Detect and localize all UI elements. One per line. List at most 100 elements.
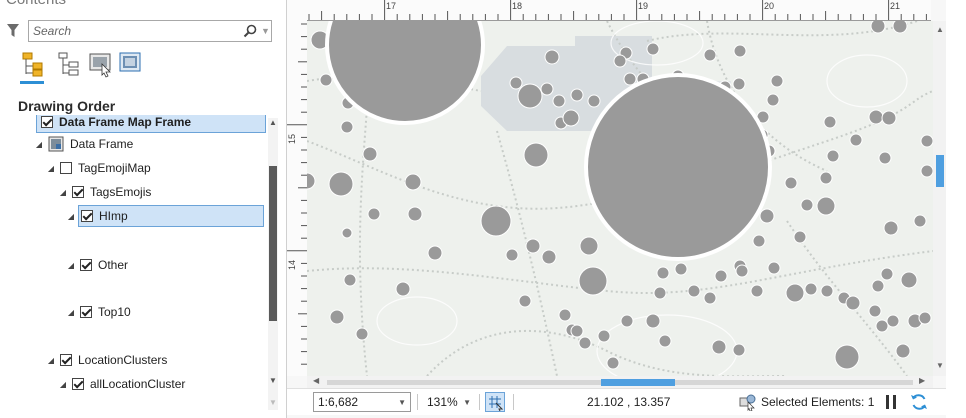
expander-icon[interactable]: ◢ bbox=[58, 380, 68, 389]
point-symbol bbox=[819, 171, 833, 185]
chevron-down-icon[interactable]: ▼ bbox=[463, 398, 471, 407]
tree-item-data-frame[interactable]: ◢ Data Frame bbox=[34, 133, 133, 155]
tree-item-top10[interactable]: ◢ Top10 bbox=[66, 301, 131, 323]
search-input[interactable] bbox=[33, 23, 223, 39]
tree-scroll-thumb[interactable] bbox=[269, 166, 277, 321]
scroll-left-icon[interactable]: ◀ bbox=[313, 376, 319, 385]
himp-checkbox[interactable] bbox=[81, 210, 93, 222]
map-horizontal-scroll-thumb[interactable] bbox=[601, 379, 675, 386]
point-symbol bbox=[367, 207, 381, 221]
tree-item-all-location-cluster[interactable]: ◢ allLocationCluster bbox=[58, 373, 185, 395]
expander-icon[interactable]: ◢ bbox=[46, 164, 56, 173]
selection-icon[interactable] bbox=[88, 50, 114, 78]
chevron-down-icon[interactable]: ▼ bbox=[398, 398, 406, 407]
point-symbol bbox=[767, 261, 781, 275]
top-ruler[interactable]: 17 18 19 20 21 bbox=[307, 0, 931, 21]
scroll-up-icon[interactable]: ▲ bbox=[936, 25, 944, 34]
location-clusters-checkbox[interactable] bbox=[60, 354, 72, 366]
tags-emojis-checkbox[interactable] bbox=[72, 186, 84, 198]
point-symbol bbox=[328, 171, 354, 197]
point-symbol bbox=[732, 77, 746, 91]
point-symbol bbox=[613, 54, 627, 68]
scroll-down-icon[interactable]: ▼ bbox=[268, 376, 278, 385]
expander-icon[interactable]: ◢ bbox=[46, 356, 56, 365]
map-vertical-scroll-thumb[interactable] bbox=[936, 155, 944, 187]
point-symbol bbox=[579, 236, 599, 256]
pane-title: Contents bbox=[6, 0, 66, 8]
map-horizontal-scrollbar[interactable]: ◀ ▶ bbox=[307, 376, 933, 388]
scale-dropdown[interactable]: 1:6,682 ▼ bbox=[313, 392, 411, 412]
left-ruler-label: 15 bbox=[287, 133, 298, 145]
tree-item-himp[interactable]: HImp bbox=[78, 205, 264, 227]
expander-icon[interactable]: ◢ bbox=[34, 140, 44, 149]
top10-label: Top10 bbox=[98, 305, 131, 319]
data-frame-label: Data Frame bbox=[70, 137, 134, 151]
tree-item-other[interactable]: ◢ Other bbox=[66, 254, 128, 276]
point-symbol bbox=[868, 304, 882, 318]
top-ruler-label: 20 bbox=[764, 1, 775, 11]
scale-value: 1:6,682 bbox=[318, 395, 359, 409]
point-symbol bbox=[544, 49, 560, 65]
map-drawing bbox=[307, 21, 933, 376]
ruler-corner bbox=[287, 0, 307, 20]
point-symbol bbox=[900, 271, 918, 289]
pause-drawing-icon[interactable] bbox=[883, 393, 899, 411]
himp-label: HImp bbox=[99, 209, 128, 223]
point-symbol bbox=[518, 294, 532, 308]
zoom-value: 131% bbox=[427, 395, 458, 409]
point-symbol bbox=[340, 120, 354, 134]
point-symbol bbox=[525, 238, 541, 254]
tree-item-location-clusters[interactable]: ◢ LocationClusters bbox=[46, 349, 167, 371]
chevron-down-icon[interactable]: ▼ bbox=[261, 26, 270, 36]
layer-tree: Data Frame Map Frame ◢ Data Frame ◢ TagE… bbox=[0, 115, 268, 410]
point-symbol bbox=[362, 146, 378, 162]
divider bbox=[513, 394, 514, 410]
location-clusters-label: LocationClusters bbox=[78, 353, 168, 367]
tree-item-map-frame[interactable]: Data Frame Map Frame bbox=[36, 115, 266, 133]
zoom-dropdown[interactable]: 131% ▼ bbox=[423, 392, 475, 412]
point-symbol bbox=[784, 176, 798, 190]
point-symbol bbox=[826, 149, 840, 163]
tree-scrollbar[interactable]: ▲ ▼ ▼ bbox=[268, 118, 278, 410]
filter-icon[interactable] bbox=[6, 23, 20, 39]
map-frame-label: Data Frame Map Frame bbox=[59, 115, 192, 129]
point-symbol bbox=[407, 206, 423, 222]
left-ruler[interactable]: 15 14 bbox=[287, 20, 308, 376]
point-symbol bbox=[653, 286, 667, 300]
scroll-right-icon[interactable]: ▶ bbox=[919, 376, 925, 385]
search-box[interactable]: ▼ bbox=[28, 20, 272, 42]
refresh-icon[interactable] bbox=[909, 392, 929, 412]
point-symbol bbox=[711, 339, 727, 355]
map-view: 17 18 19 20 21 15 14 ▲ ▼ ◀ ▶ 1:6,682 ▼ 1… bbox=[286, 0, 947, 418]
point-symbol bbox=[732, 343, 746, 357]
map-frame-checkbox[interactable] bbox=[41, 116, 53, 128]
point-symbol bbox=[868, 109, 884, 125]
scroll-down-icon[interactable]: ▼ bbox=[936, 361, 944, 370]
top10-checkbox[interactable] bbox=[80, 306, 92, 318]
divider bbox=[417, 394, 418, 410]
tags-emojis-label: TagsEmojis bbox=[90, 185, 152, 199]
other-checkbox[interactable] bbox=[80, 259, 92, 271]
scroll-up-icon[interactable]: ▲ bbox=[268, 118, 278, 127]
point-symbol bbox=[558, 308, 572, 322]
data-source-icon[interactable] bbox=[56, 50, 82, 78]
point-symbol bbox=[733, 44, 747, 58]
tree-item-tag-emoji-map[interactable]: ◢ TagEmojiMap bbox=[46, 157, 151, 179]
expander-icon[interactable]: ◢ bbox=[58, 188, 68, 197]
snapping-icon[interactable] bbox=[118, 50, 144, 78]
expander-icon[interactable]: ◢ bbox=[66, 308, 76, 317]
expander-icon[interactable]: ◢ bbox=[66, 261, 76, 270]
selected-elements-count: Selected Elements: 1 bbox=[761, 395, 875, 409]
search-icon[interactable] bbox=[243, 24, 257, 38]
drawing-order-icon[interactable] bbox=[20, 50, 46, 78]
point-symbol bbox=[703, 291, 717, 305]
expander-icon[interactable]: ◢ bbox=[66, 212, 76, 221]
selected-elements-icon[interactable] bbox=[739, 393, 757, 411]
all-location-cluster-checkbox[interactable] bbox=[72, 378, 84, 390]
tag-emoji-map-checkbox[interactable] bbox=[60, 162, 72, 174]
point-symbol bbox=[645, 313, 661, 329]
map-vertical-scrollbar[interactable]: ▲ ▼ bbox=[933, 21, 947, 376]
tree-item-tags-emojis[interactable]: ◢ TagsEmojis bbox=[58, 181, 151, 203]
snapping-toggle-button[interactable] bbox=[485, 392, 505, 412]
map-canvas[interactable] bbox=[307, 21, 933, 376]
